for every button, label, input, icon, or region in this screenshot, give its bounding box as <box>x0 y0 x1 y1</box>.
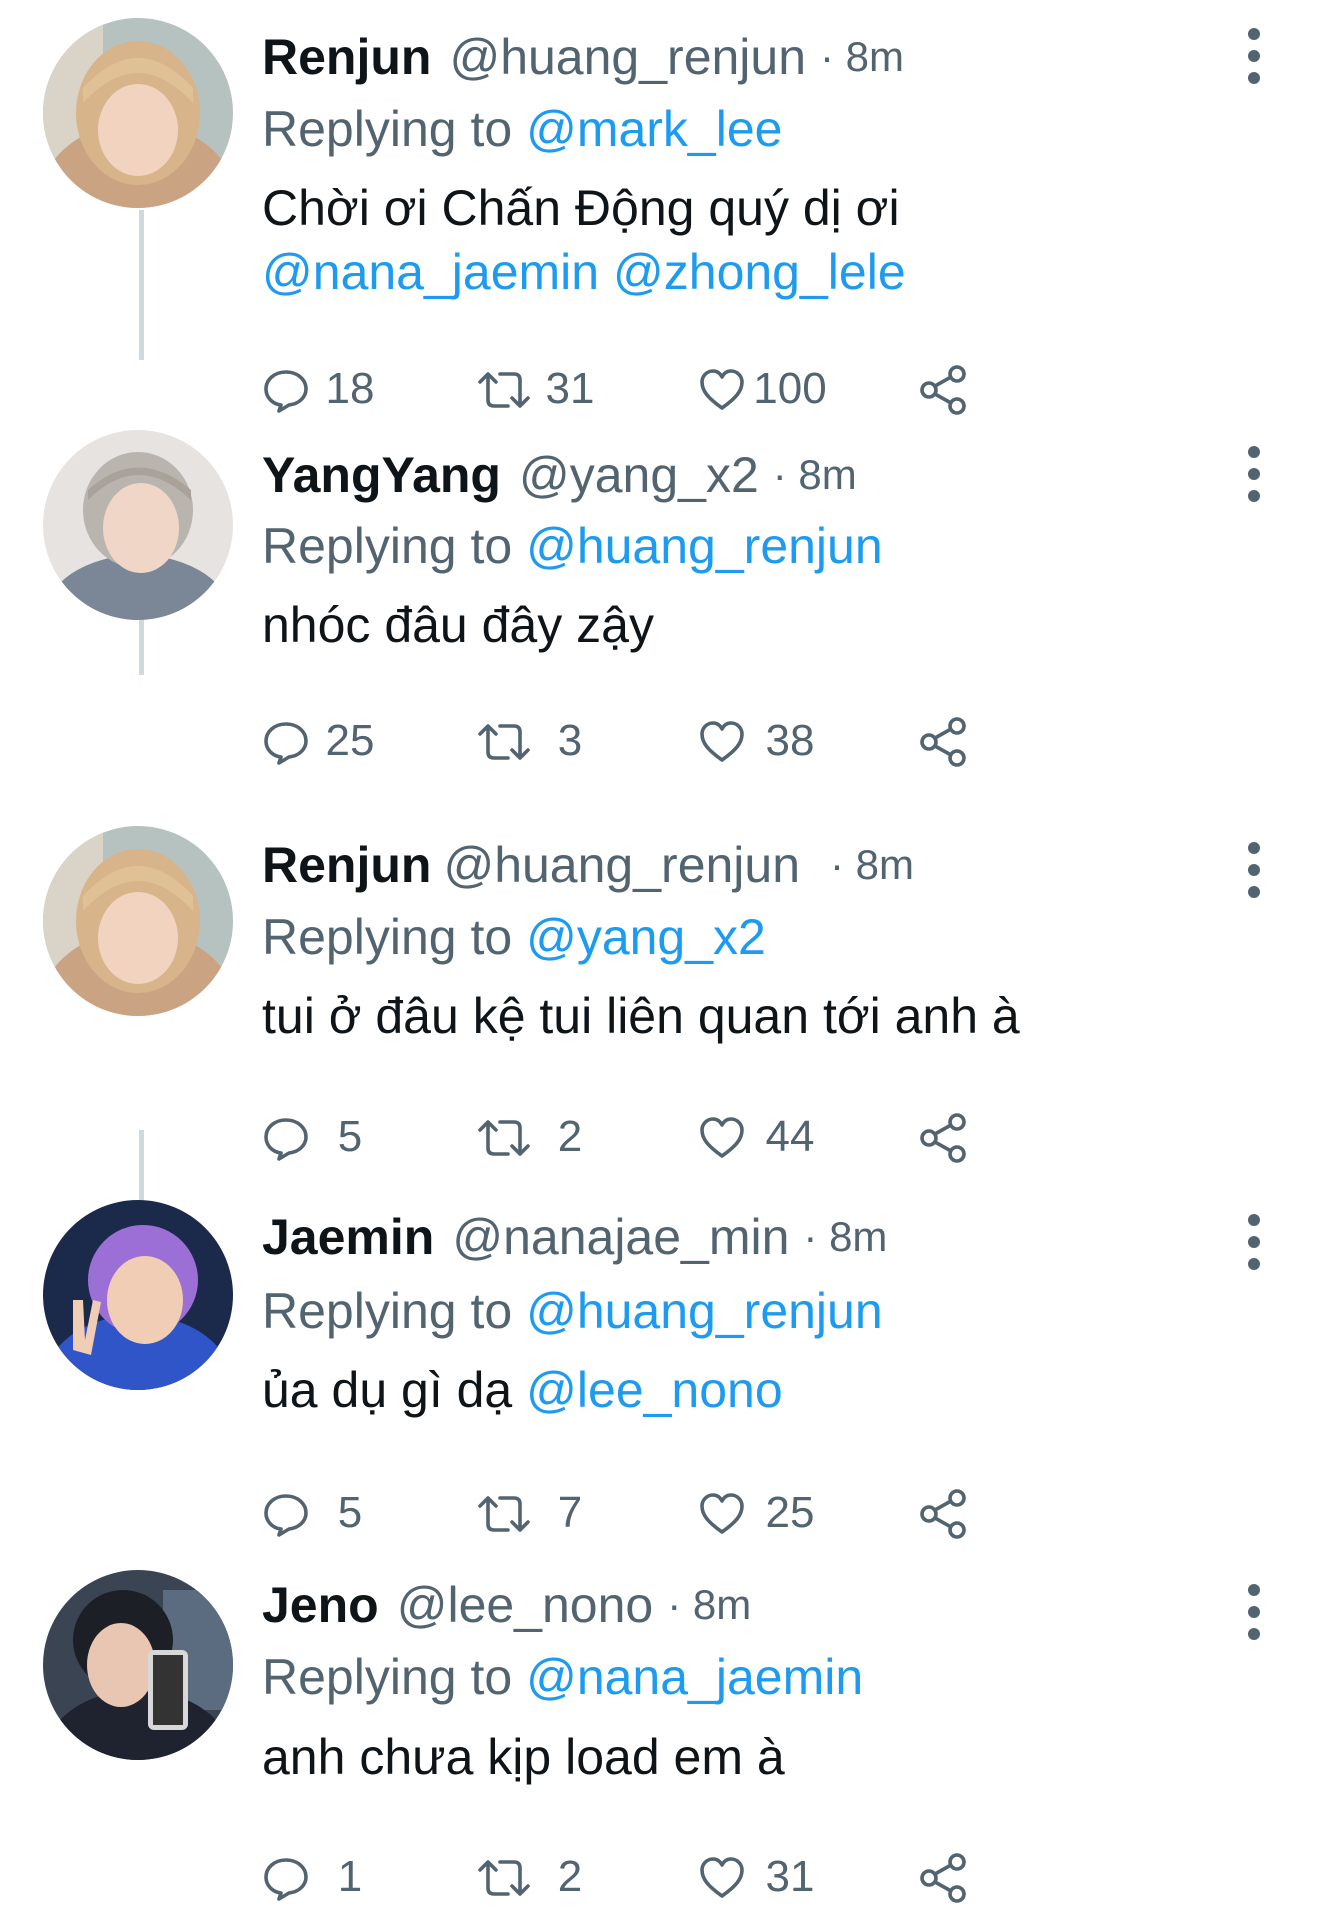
display-name[interactable]: Jeno <box>262 1576 379 1634</box>
timestamp[interactable]: · 8m <box>667 1581 751 1629</box>
mention-link[interactable]: @lee_nono <box>526 1362 783 1418</box>
replying-label: Replying to <box>262 101 513 157</box>
avatar-image <box>43 1570 233 1760</box>
user-handle[interactable]: @lee_nono <box>397 1576 654 1634</box>
reply-count: 25 <box>325 716 375 765</box>
share-icon <box>920 1853 966 1903</box>
share-button[interactable] <box>917 710 969 774</box>
tweet-text-line: Chời ơi Chấn Động quý dị ơi <box>262 180 900 236</box>
avatar-image <box>43 18 233 208</box>
tweet-text-line: tui ở đâu kệ tui liên quan tới anh à <box>262 988 1020 1044</box>
replying-to: Replying to @huang_renjun <box>262 1282 883 1340</box>
avatar[interactable] <box>43 430 233 620</box>
tweet[interactable]: Jeno @lee_nono · 8m Replying to @nana_ja… <box>0 1510 1326 1903</box>
avatar[interactable] <box>43 18 233 208</box>
user-handle[interactable]: @yang_x2 <box>519 446 759 504</box>
mention-link[interactable]: @nana_jaemin <box>262 244 599 300</box>
like-count: 31 <box>765 1852 815 1901</box>
display-name[interactable]: YangYang <box>262 446 501 504</box>
reply-count: 1 <box>337 1852 363 1901</box>
replying-to: Replying to @mark_lee <box>262 100 782 158</box>
tweet-text: tui ở đâu kệ tui liên quan tới anh à <box>262 983 1262 1049</box>
replying-to-mention[interactable]: @huang_renjun <box>526 518 883 574</box>
timestamp[interactable]: · 8m <box>830 841 914 889</box>
user-handle[interactable]: @huang_renjun <box>449 28 806 86</box>
retweet-count: 2 <box>557 1852 583 1901</box>
avatar[interactable] <box>43 826 233 1016</box>
tweet-header: Jaemin @nanajae_min · 8m <box>262 1202 887 1272</box>
more-vertical-icon[interactable] <box>1234 1580 1274 1644</box>
tweet[interactable]: Jaemin @nanajae_min · 8m Replying to @hu… <box>0 1140 1326 1539</box>
more-vertical-icon[interactable] <box>1234 442 1274 506</box>
replying-label: Replying to <box>262 1283 513 1339</box>
tweet-header: YangYang @yang_x2 · 8m <box>262 440 857 510</box>
replying-to-mention[interactable]: @nana_jaemin <box>526 1649 863 1705</box>
avatar[interactable] <box>43 1200 233 1390</box>
user-handle[interactable]: @huang_renjun <box>443 836 800 894</box>
replying-to-mention[interactable]: @huang_renjun <box>526 1283 883 1339</box>
avatar-image <box>43 826 233 1016</box>
timestamp[interactable]: · 8m <box>773 451 857 499</box>
avatar[interactable] <box>43 1570 233 1760</box>
timestamp[interactable]: · 8m <box>803 1213 887 1261</box>
display-name[interactable]: Renjun <box>262 28 431 86</box>
tweet-actions: 25 3 38 <box>262 710 1162 774</box>
avatar-image <box>43 1200 233 1390</box>
tweet-text: ủa dụ gì dạ @lee_nono <box>262 1357 1262 1423</box>
tweet-text: nhóc đâu đây zậy <box>262 592 1262 658</box>
replying-to: Replying to @yang_x2 <box>262 908 766 966</box>
replying-to-mention[interactable]: @mark_lee <box>526 101 782 157</box>
more-vertical-icon[interactable] <box>1234 24 1274 88</box>
tweet[interactable]: Renjun @huang_renjun · 8m Replying to @m… <box>0 0 1326 415</box>
mention-link[interactable]: @zhong_lele <box>613 244 906 300</box>
replying-label: Replying to <box>262 909 513 965</box>
like-count: 38 <box>765 716 815 765</box>
replying-label: Replying to <box>262 518 513 574</box>
tweet[interactable]: Renjun @huang_renjun · 8m Replying to @y… <box>0 768 1326 1163</box>
tweet-text: anh chưa kịp load em à <box>262 1724 1262 1790</box>
display-name[interactable]: Jaemin <box>262 1208 434 1266</box>
tweet-actions: 1 2 31 <box>262 1846 1162 1910</box>
tweet-text: Chời ơi Chấn Động quý dị ơi @nana_jaemin… <box>262 175 1262 305</box>
tweet-header: Renjun @huang_renjun · 8m <box>262 830 914 900</box>
tweet-header: Jeno @lee_nono · 8m <box>262 1570 751 1640</box>
replying-to: Replying to @huang_renjun <box>262 517 883 575</box>
tweet[interactable]: YangYang @yang_x2 · 8m Replying to @huan… <box>0 372 1326 767</box>
replying-to: Replying to @nana_jaemin <box>262 1648 863 1706</box>
tweet-text-line: anh chưa kịp load em à <box>262 1729 785 1785</box>
more-vertical-icon[interactable] <box>1234 1210 1274 1274</box>
more-vertical-icon[interactable] <box>1234 838 1274 902</box>
replying-label: Replying to <box>262 1649 513 1705</box>
display-name[interactable]: Renjun <box>262 836 431 894</box>
user-handle[interactable]: @nanajae_min <box>452 1208 789 1266</box>
share-button[interactable] <box>917 1846 969 1910</box>
timestamp[interactable]: · 8m <box>820 33 904 81</box>
tweet-header: Renjun @huang_renjun · 8m <box>262 22 904 92</box>
share-icon <box>920 717 966 767</box>
retweet-count: 3 <box>557 716 583 765</box>
tweet-text-line: nhóc đâu đây zậy <box>262 597 654 653</box>
replying-to-mention[interactable]: @yang_x2 <box>526 909 766 965</box>
tweet-text-line: ủa dụ gì dạ <box>262 1362 513 1418</box>
avatar-image <box>43 430 233 620</box>
